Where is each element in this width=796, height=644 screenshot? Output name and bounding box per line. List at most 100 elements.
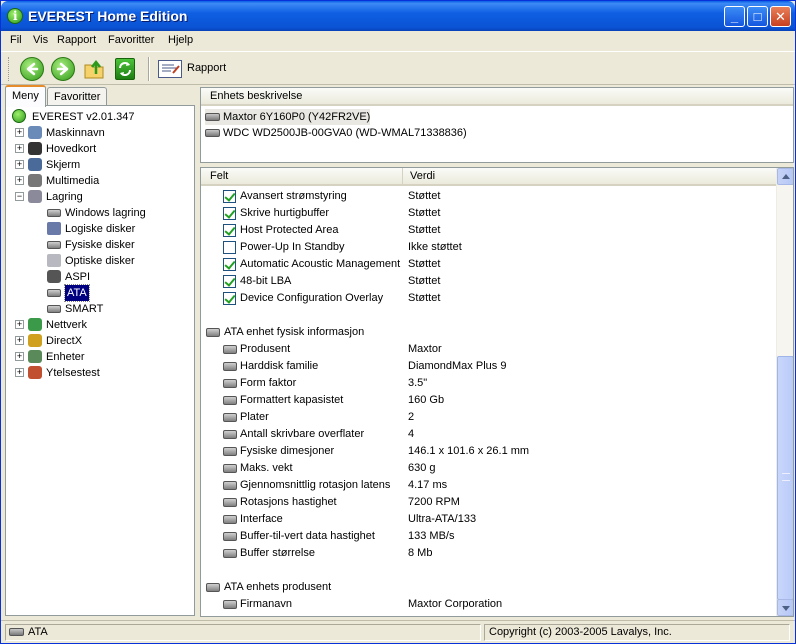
maximize-button[interactable]: □ xyxy=(747,6,768,27)
checkbox-checked-icon xyxy=(223,207,236,220)
property-row[interactable]: Produsent Maxtor xyxy=(201,341,777,358)
checkbox-checked-icon xyxy=(223,275,236,288)
back-button[interactable] xyxy=(20,57,44,81)
hdd-icon xyxy=(205,113,220,121)
property-row[interactable]: Maks. vekt 630 g xyxy=(201,460,777,477)
tree-item-logiske-disker[interactable]: Logiske disker xyxy=(6,221,194,237)
expand-icon[interactable]: + xyxy=(15,368,24,377)
tree-item-smart[interactable]: SMART xyxy=(6,301,194,317)
tree-item-maskinnavn[interactable]: + Maskinnavn xyxy=(6,125,194,141)
hdd-icon xyxy=(47,209,61,217)
column-header-value[interactable]: Verdi xyxy=(403,168,777,186)
menu-hjelp[interactable]: Hjelp xyxy=(168,34,193,46)
feature-row[interactable]: Device Configuration Overlay Støttet xyxy=(201,290,777,307)
hourglass-icon xyxy=(28,366,42,379)
menu-fil[interactable]: Fil xyxy=(10,34,22,46)
status-text-left: ATA xyxy=(28,626,48,638)
report-icon xyxy=(158,60,182,78)
feature-row[interactable]: Host Protected Area Støttet xyxy=(201,222,777,239)
field-label: Host Protected Area xyxy=(240,224,339,236)
field-value: 3.5" xyxy=(408,377,428,389)
property-row[interactable]: Buffer størrelse 8 Mb xyxy=(201,545,777,562)
field-value: 7200 RPM xyxy=(408,496,460,508)
tree-item-multimedia[interactable]: + Multimedia xyxy=(6,173,194,189)
menu-rapport[interactable]: Rapport xyxy=(57,34,96,46)
device-item-1[interactable]: WDC WD2500JB-00GVA0 (WD-WMAL71338836) xyxy=(205,125,467,141)
tree-item-ytelsestest[interactable]: + Ytelsestest xyxy=(6,365,194,381)
tree-item-windows-lagring[interactable]: Windows lagring xyxy=(6,205,194,221)
property-row[interactable]: Gjennomsnittlig rotasjon latens 4.17 ms xyxy=(201,477,777,494)
field-label: Harddisk familie xyxy=(240,360,319,372)
feature-row[interactable]: 48-bit LBA Støttet xyxy=(201,273,777,290)
tree-item-lagring[interactable]: − Lagring xyxy=(6,189,194,205)
refresh-button[interactable] xyxy=(115,58,135,80)
feature-row[interactable]: Skrive hurtigbuffer Støttet xyxy=(201,205,777,222)
feature-row[interactable]: Power-Up In Standby Ikke støttet xyxy=(201,239,777,256)
property-row[interactable]: Interface Ultra-ATA/133 xyxy=(201,511,777,528)
expand-icon[interactable]: + xyxy=(15,336,24,345)
tree-item-skjerm[interactable]: + Skjerm xyxy=(6,157,194,173)
field-value: Støttet xyxy=(408,275,441,287)
tree-item-ata[interactable]: ATA xyxy=(6,284,194,302)
expand-icon[interactable]: + xyxy=(15,128,24,137)
section-header[interactable]: ATA enhets produsent xyxy=(201,579,777,596)
property-row[interactable]: Firmanavn Maxtor Corporation xyxy=(201,596,777,613)
column-header-field[interactable]: Felt xyxy=(201,168,403,186)
scroll-up-button[interactable] xyxy=(777,168,793,185)
property-row[interactable]: Harddisk familie DiamondMax Plus 9 xyxy=(201,358,777,375)
tree-item-enheter[interactable]: + Enheter xyxy=(6,349,194,365)
property-row[interactable]: Form faktor 3.5" xyxy=(201,375,777,392)
hdd-icon xyxy=(9,628,24,636)
device-item-0[interactable]: Maxtor 6Y160P0 (Y42FR2VE) xyxy=(205,109,371,125)
hdd-icon xyxy=(47,305,61,313)
tree-item-directx[interactable]: + DirectX xyxy=(6,333,194,349)
menu-favoritter[interactable]: Favoritter xyxy=(108,34,154,46)
tree-item-optiske-disker[interactable]: Optiske disker xyxy=(6,253,194,269)
feature-row[interactable]: Avansert strømstyring Støttet xyxy=(201,188,777,205)
field-label: Produsent xyxy=(240,343,291,355)
tree-item-hovedkort[interactable]: + Hovedkort xyxy=(6,141,194,157)
property-row[interactable]: Rotasjons hastighet 7200 RPM xyxy=(201,494,777,511)
scroll-down-button[interactable] xyxy=(777,599,793,616)
tree-item-label: Maskinnavn xyxy=(46,127,105,139)
device-label: Maxtor 6Y160P0 (Y42FR2VE) xyxy=(223,111,371,123)
tab-menu[interactable]: Meny xyxy=(5,85,46,107)
field-label: Skrive hurtigbuffer xyxy=(240,207,330,219)
tree-item-label: Fysiske disker xyxy=(65,239,135,251)
expand-icon[interactable]: + xyxy=(15,176,24,185)
tree-item-label: Ytelsestest xyxy=(46,367,100,379)
tree-item-nettverk[interactable]: + Nettverk xyxy=(6,317,194,333)
tree-item-label: Nettverk xyxy=(46,319,87,331)
property-row[interactable]: Buffer-til-vert data hastighet 133 MB/s xyxy=(201,528,777,545)
property-row[interactable]: Formattert kapasistet 160 Gb xyxy=(201,392,777,409)
property-row[interactable]: Plater 2 xyxy=(201,409,777,426)
collapse-icon[interactable]: − xyxy=(15,192,24,201)
device-column-header[interactable]: Enhets beskrivelse xyxy=(201,88,793,106)
expand-icon[interactable]: + xyxy=(15,144,24,153)
close-button[interactable]: ✕ xyxy=(770,6,791,27)
menu-vis[interactable]: Vis xyxy=(33,34,48,46)
expand-icon[interactable]: + xyxy=(15,160,24,169)
feature-row[interactable]: Automatic Acoustic Management Støttet xyxy=(201,256,777,273)
up-folder-button[interactable] xyxy=(83,58,105,80)
tree-item-aspi[interactable]: ASPI xyxy=(6,269,194,285)
title-bar[interactable]: EVEREST Home Edition _ □ ✕ xyxy=(1,1,795,31)
property-row[interactable]: Fysiske dimesjoner 146.1 x 101.6 x 26.1 m… xyxy=(201,443,777,460)
toolbar: Rapport xyxy=(1,51,795,85)
tab-favorites[interactable]: Favoritter xyxy=(47,87,108,107)
section-header[interactable]: ATA enhet fysisk informasjon xyxy=(201,324,777,341)
expand-icon[interactable]: + xyxy=(15,320,24,329)
tree-item-fysiske-disker[interactable]: Fysiske disker xyxy=(6,237,194,253)
tree-item-label: ATA xyxy=(64,284,90,302)
toolbar-grip[interactable] xyxy=(8,57,11,81)
expand-icon[interactable]: + xyxy=(15,352,24,361)
forward-button[interactable] xyxy=(51,57,75,81)
vertical-scrollbar[interactable] xyxy=(776,168,793,616)
tree-pane[interactable]: EVEREST v2.01.347 + Maskinnavn + Hovedkort +… xyxy=(5,105,195,616)
property-row[interactable]: Antall skrivbare overflater 4 xyxy=(201,426,777,443)
hdd-icon xyxy=(223,481,237,490)
scroll-thumb[interactable] xyxy=(777,356,793,600)
minimize-button[interactable]: _ xyxy=(724,6,745,27)
hdd-icon xyxy=(223,413,237,422)
field-value: Ikke støttet xyxy=(408,241,462,253)
